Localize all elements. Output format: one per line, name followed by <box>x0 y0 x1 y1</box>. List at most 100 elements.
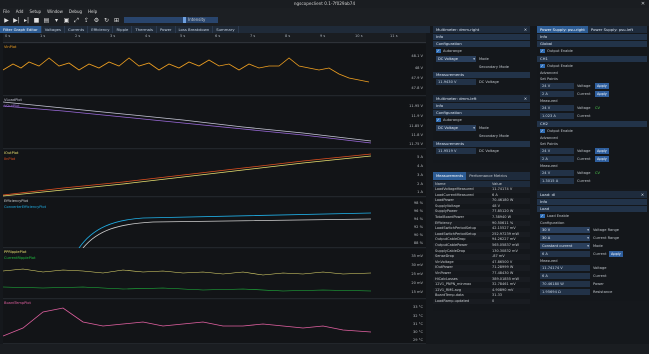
fullscreen-icon[interactable]: ⤢ <box>73 17 80 24</box>
output-enable-label: Output Enable <box>547 129 573 133</box>
current-label: Current <box>577 157 591 161</box>
ruler-tick: 1 s <box>40 34 46 38</box>
dropdown-chevron-icon[interactable]: ▾ <box>53 17 60 24</box>
close-window-icon[interactable]: ✕ <box>640 0 646 8</box>
voltage-range-label: Voltage Range <box>593 228 620 232</box>
load-enable-label: Load Enable <box>547 214 570 218</box>
ch1-voltage-setpoint[interactable]: 24 V <box>540 83 574 89</box>
apply-button[interactable]: Apply <box>595 156 609 162</box>
ch2-output-enable-checkbox[interactable]: ✓ <box>540 128 545 133</box>
current-range-label: Current Range <box>593 236 620 240</box>
autorange-checkbox[interactable]: ✓ <box>436 48 441 53</box>
psu-info-section[interactable]: Info <box>537 34 647 40</box>
current-label: Current <box>577 92 591 96</box>
autorange-checkbox[interactable]: ✓ <box>436 117 441 122</box>
intensity-slider-handle[interactable] <box>183 17 186 23</box>
psu-panel: Power Supply: psu-right Power Supply: ps… <box>537 26 647 189</box>
tab-voltages[interactable]: Voltages <box>42 26 65 33</box>
load-mode-select[interactable]: Constant current ▾ <box>540 243 590 249</box>
current-range-select[interactable]: 30 A ▾ <box>540 235 590 241</box>
tab-currents[interactable]: Currents <box>65 26 89 33</box>
waveform-tab-bar: Filter Graph Editor Voltages Currents Ef… <box>0 26 430 33</box>
time-ruler[interactable]: 0 s 1 s 2 s 3 s 4 s 5 s 6 s 7 s 8 s 9 s … <box>3 33 426 43</box>
table-body: LoadVoltageMeasured 11.74174 V LoadCurrent… <box>433 187 530 305</box>
autorange-label: Autorange <box>443 118 462 122</box>
tab-summary[interactable]: Summary <box>213 26 239 33</box>
force-trigger-icon[interactable]: ▸| <box>23 17 30 24</box>
apply-button[interactable]: Apply <box>609 251 623 257</box>
stop-icon[interactable]: ■ <box>33 17 40 24</box>
global-output-enable-checkbox[interactable]: ✓ <box>540 48 545 53</box>
refresh-icon[interactable]: ↻ <box>103 17 110 24</box>
close-icon[interactable]: ✕ <box>641 191 644 198</box>
settings-icon[interactable]: ⚙ <box>93 17 100 24</box>
plot-vin[interactable]: VinPlot 48.1 V 48 V 47.9 V 47.8 V <box>3 44 426 96</box>
plot-vload[interactable]: VLoadPlot VOutPlot 11.95 V 11.9 V 11.85 … <box>3 97 426 149</box>
grid-icon[interactable]: ⊞ <box>113 17 120 24</box>
dmm-right-panel: Multimeter: dmm-right ✕ Info Configuratio… <box>433 26 530 94</box>
ruler-tick: 0 s <box>5 34 11 38</box>
dmm-info-section[interactable]: Info <box>433 34 530 40</box>
current-range-value: 30 A <box>542 236 551 240</box>
tab-psu-left[interactable]: Power Supply: psu-left <box>588 26 636 33</box>
plot-iout[interactable]: IOutPlot IInPlot 5 A 4 A 3 A 2 A 1 A <box>3 150 426 197</box>
apply-button[interactable]: Apply <box>595 91 609 97</box>
menu-bar: File Add Setup Window Debug Help <box>0 8 649 15</box>
window-title-bar: ngscopeclient 0.1-7f029ab74 <box>0 0 649 8</box>
intensity-label: Intensity <box>188 17 206 22</box>
table-row[interactable]: LoadRamp.updated 0 <box>433 298 530 305</box>
load-header[interactable]: Load: dl ✕ <box>537 191 647 198</box>
reading-label: DC Voltage <box>479 80 499 84</box>
dmm-left-header[interactable]: Multimeter: dmm-left ✕ <box>433 95 530 102</box>
tab-performance-metrics[interactable]: Performance Metrics <box>466 172 510 180</box>
dmm-info-section[interactable]: Info <box>433 103 530 109</box>
tab-psu-right[interactable]: Power Supply: psu-right <box>537 26 588 33</box>
menu-window[interactable]: Window <box>47 9 63 14</box>
output-enable-label: Output Enable <box>547 64 573 68</box>
tab-measurements[interactable]: Measurements <box>433 172 467 180</box>
tab-loss-breakdown[interactable]: Loss Breakdown <box>176 26 214 33</box>
menu-help[interactable]: Help <box>88 9 97 14</box>
tab-power[interactable]: Power <box>157 26 176 33</box>
tab-efficiency[interactable]: Efficiency <box>88 26 114 33</box>
load-current-setpoint[interactable]: 6 A <box>540 251 590 257</box>
menu-add[interactable]: Add <box>16 9 24 14</box>
ch1-current-setpoint[interactable]: 2 A <box>540 91 574 97</box>
menu-debug[interactable]: Debug <box>69 9 82 14</box>
load-power-measured: 70.46180 W <box>540 281 590 287</box>
menu-file[interactable]: File <box>3 9 10 14</box>
dmm-right-header[interactable]: Multimeter: dmm-right ✕ <box>433 26 530 33</box>
plot-board-temp[interactable]: BoardTempPlot 33 °C 32 °C 31 °C 30 °C 29… <box>3 300 426 344</box>
ruler-tick: 3 s <box>110 34 116 38</box>
ch2-voltage-setpoint[interactable]: 24 V <box>540 148 574 154</box>
run-icon[interactable]: ▶ <box>3 17 10 24</box>
close-icon[interactable]: ✕ <box>524 26 527 33</box>
current-label: Current <box>593 274 607 278</box>
menu-setup[interactable]: Setup <box>29 9 41 14</box>
plot-ripple[interactable]: PPRipplePlot CurrentRipplePlot 35 mV 30 … <box>3 249 426 299</box>
tab-ripple[interactable]: Ripple <box>113 26 133 33</box>
close-icon[interactable]: ✕ <box>524 95 527 102</box>
voltage-range-select[interactable]: 30 V ▾ <box>540 227 590 233</box>
load-current-measured: 6 A <box>540 273 590 279</box>
plot-efficiency[interactable]: EfficiencyPlot ConverterEfficiencyPlot 9… <box>3 198 426 248</box>
apply-button[interactable]: Apply <box>595 148 609 154</box>
mode-select[interactable]: DC Voltage ▾ <box>436 56 476 62</box>
mode-select[interactable]: DC Voltage ▾ <box>436 125 476 131</box>
load-info-section[interactable]: Info <box>537 199 647 205</box>
clear-sweeps-icon[interactable]: ▣ <box>63 17 70 24</box>
ch2-current-setpoint[interactable]: 2 A <box>540 156 574 162</box>
tab-filter-graph-editor[interactable]: Filter Graph Editor <box>0 26 42 33</box>
history-icon[interactable]: ▤ <box>43 17 50 24</box>
export-icon[interactable]: ⇪ <box>83 17 90 24</box>
panel-title: Multimeter: dmm-left <box>436 96 477 101</box>
single-trigger-icon[interactable]: ▶| <box>13 17 20 24</box>
vin-waveform <box>3 57 370 83</box>
load-enable-checkbox[interactable]: ✓ <box>540 213 545 218</box>
secondary-mode-label: Secondary Mode <box>479 134 509 138</box>
efficiency-waveform <box>78 212 372 248</box>
tab-thermals[interactable]: Thermals <box>132 26 158 33</box>
ch1-output-enable-checkbox[interactable]: ✓ <box>540 63 545 68</box>
mode-label: Mode <box>593 244 603 248</box>
apply-button[interactable]: Apply <box>595 83 609 89</box>
